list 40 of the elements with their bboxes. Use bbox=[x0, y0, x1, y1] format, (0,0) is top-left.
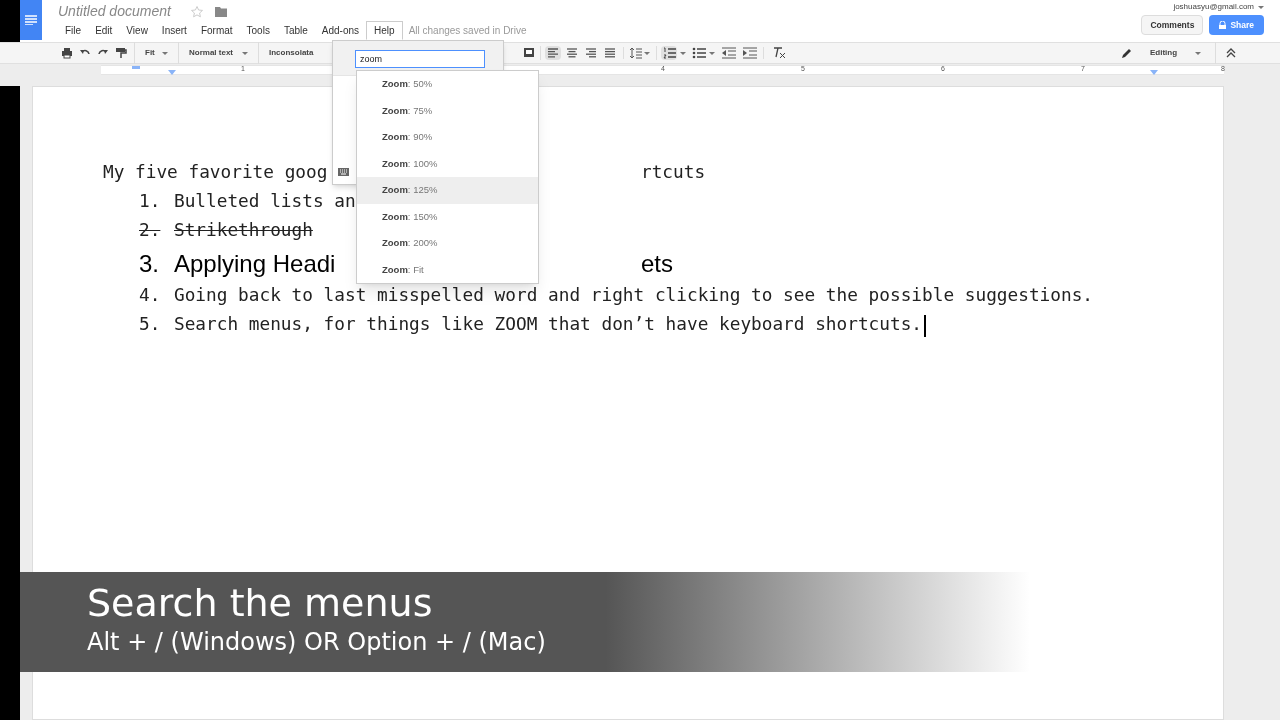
search-result-item[interactable]: Zoom: 90% bbox=[357, 124, 538, 151]
list-number: 1. bbox=[139, 190, 162, 213]
account-email[interactable]: joshuasyu@gmail.com bbox=[1173, 1, 1254, 13]
comments-button[interactable]: Comments bbox=[1141, 15, 1204, 35]
body-text: My five favorite goog bbox=[103, 161, 328, 184]
menu-item[interactable]: View bbox=[119, 21, 155, 40]
menu-item[interactable]: Tools bbox=[239, 21, 277, 40]
search-result-item[interactable]: Zoom: Fit bbox=[357, 256, 538, 283]
heading-text: Applying Headi bbox=[174, 249, 336, 279]
document-title[interactable]: Untitled document bbox=[58, 1, 171, 22]
editing-mode-dropdown[interactable]: Editing bbox=[1121, 42, 1205, 64]
search-result-item[interactable]: Zoom: 50% bbox=[357, 71, 538, 98]
menu-item[interactable]: Insert bbox=[154, 21, 194, 40]
list-number: 4. bbox=[139, 284, 162, 307]
list-number: 3. bbox=[139, 249, 160, 279]
menu-item[interactable]: Add-ons bbox=[314, 21, 367, 40]
search-result-item[interactable]: Zoom: 125% bbox=[357, 177, 538, 204]
menu-item[interactable]: File bbox=[58, 21, 89, 40]
style-dropdown[interactable]: Normal text bbox=[178, 42, 258, 64]
zoom-dropdown[interactable]: Fit bbox=[134, 42, 178, 64]
search-result-item[interactable]: Zoom: 100% bbox=[357, 150, 538, 177]
menu-item[interactable]: Edit bbox=[88, 21, 120, 40]
search-result-item[interactable]: Zoom: 200% bbox=[357, 230, 538, 257]
body-text: rtcuts bbox=[641, 161, 706, 184]
list-number: 2. bbox=[139, 219, 162, 242]
body-text: Going back to last misspelled word and right clicking to see the possible suggestions. bbox=[174, 284, 1094, 307]
search-result-item[interactable]: Zoom: 150% bbox=[357, 203, 538, 230]
body-text: Bulleted lists an bbox=[174, 190, 356, 213]
caption-title: Search the menus bbox=[87, 581, 434, 625]
body-text: Search menus, for things like ZOOM that don’t have keyboard shortcuts. bbox=[174, 313, 923, 336]
menu-item[interactable]: Help bbox=[366, 21, 403, 40]
save-status: All changes saved in Drive bbox=[407, 24, 527, 38]
menu-item[interactable]: Format bbox=[193, 21, 240, 40]
body-text: Strikethrough bbox=[174, 219, 313, 242]
caption-subtitle: Alt + / (Windows) OR Option + / (Mac) bbox=[87, 627, 546, 658]
heading-text: ets bbox=[641, 249, 673, 279]
list-number: 5. bbox=[139, 313, 162, 336]
search-result-item[interactable]: Zoom: 75% bbox=[357, 97, 538, 124]
menu-item[interactable]: Table bbox=[276, 21, 315, 40]
menu-search-field[interactable]: zoom bbox=[355, 50, 485, 68]
